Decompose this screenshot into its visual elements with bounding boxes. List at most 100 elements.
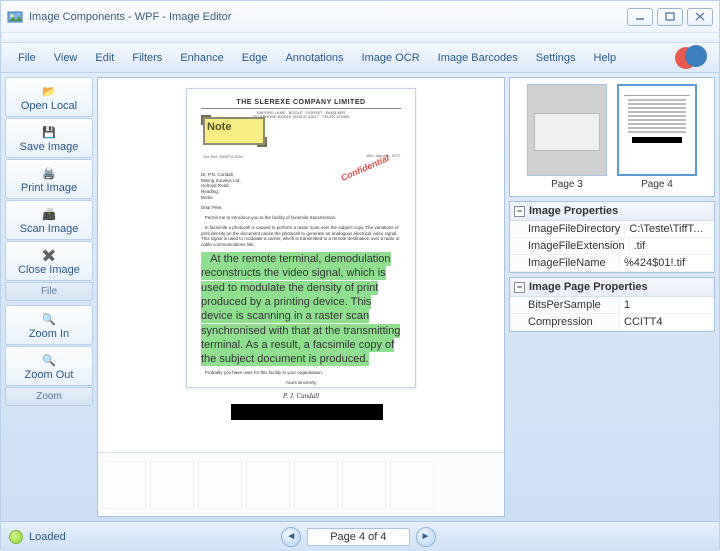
- close-button[interactable]: [687, 8, 713, 26]
- filmstrip-thumb[interactable]: [390, 461, 434, 509]
- zoom-in-icon: 🔍: [40, 312, 58, 326]
- property-value[interactable]: .tif: [630, 238, 714, 254]
- zoom-in-button[interactable]: 🔍 Zoom In: [5, 305, 93, 345]
- scan-icon: 📠: [40, 207, 58, 221]
- property-row: ImageFileDirectoryC:\Teste\TiffTest\: [510, 221, 714, 238]
- doc-para-4: Probably you have uses for this facility…: [201, 370, 401, 376]
- doc-signature: P. J. Cundall: [201, 392, 401, 400]
- property-row: CompressionCCITT4: [510, 314, 714, 331]
- panel-header: Image Page Properties: [529, 281, 648, 293]
- status-bar: Loaded ◄ Page 4 of 4 ►: [1, 521, 719, 551]
- doc-para-1: Permit me to introduce you to the facili…: [201, 215, 401, 221]
- zoom-out-button[interactable]: 🔍 Zoom Out: [5, 346, 93, 386]
- doc-salutation: Dear Pete,: [201, 205, 401, 211]
- page-thumbnails: Page 3 Page 4: [509, 77, 715, 197]
- property-key: ImageFileName: [510, 255, 620, 271]
- status-text: Loaded: [29, 531, 66, 543]
- menu-annotations[interactable]: Annotations: [276, 47, 352, 69]
- doc-company-header: THE SLEREXE COMPANY LIMITED: [201, 99, 401, 109]
- ribbon-top: [1, 33, 719, 43]
- sidebar: 📂 Open Local 💾 Save Image 🖨️ Print Image 📠 S…: [5, 77, 93, 517]
- thumbnail-page-4[interactable]: [617, 84, 697, 176]
- filmstrip-thumb[interactable]: [294, 461, 338, 509]
- property-value[interactable]: CCITT4: [620, 314, 714, 330]
- zoom-out-icon: 🔍: [40, 353, 58, 367]
- thumbnail-label: Page 4: [617, 179, 697, 190]
- filmstrip: [98, 452, 504, 516]
- doc-redaction: [231, 404, 383, 420]
- menu-edit[interactable]: Edit: [86, 47, 123, 69]
- next-page-button[interactable]: ►: [416, 527, 436, 547]
- menu-view[interactable]: View: [45, 47, 87, 69]
- menu-image-barcodes[interactable]: Image Barcodes: [429, 47, 527, 69]
- menu-image-ocr[interactable]: Image OCR: [353, 47, 429, 69]
- thumbnail-label: Page 3: [527, 179, 607, 190]
- doc-para-2: In facsimile a photocell is caused to pe…: [201, 225, 401, 248]
- open-icon: 📂: [40, 84, 58, 98]
- button-label: Close Image: [18, 264, 80, 276]
- collapse-icon[interactable]: −: [514, 206, 525, 217]
- doc-closing: Yours sincerely,: [201, 380, 401, 386]
- filmstrip-thumb[interactable]: [102, 461, 146, 509]
- save-image-button[interactable]: 💾 Save Image: [5, 118, 93, 158]
- window-title: Image Components - WPF - Image Editor: [29, 11, 231, 23]
- maximize-button[interactable]: [657, 8, 683, 26]
- doc-address: Dr. P.N. Cundall,Mining Surveys Ltd.,Hol…: [201, 172, 401, 201]
- filmstrip-thumb[interactable]: [150, 461, 194, 509]
- property-row: ImageFileName%424$01!.tif: [510, 255, 714, 272]
- thumbnail-page-3[interactable]: [527, 84, 607, 176]
- button-label: Print Image: [21, 182, 77, 194]
- app-icon: [7, 9, 23, 25]
- minimize-button[interactable]: [627, 8, 653, 26]
- image-properties-panel: −Image Properties ImageFileDirectoryC:\T…: [509, 201, 715, 273]
- property-key: ImageFileExtension: [510, 238, 630, 254]
- sidebar-group-zoom: Zoom: [5, 387, 93, 406]
- filmstrip-thumb[interactable]: [198, 461, 242, 509]
- print-icon: 🖨️: [40, 166, 58, 180]
- close-image-icon: ✖️: [40, 248, 58, 262]
- page-properties-panel: −Image Page Properties BitsPerSample1 Co…: [509, 277, 715, 332]
- scan-image-button[interactable]: 📠 Scan Image: [5, 200, 93, 240]
- button-label: Zoom In: [29, 328, 69, 340]
- panel-header: Image Properties: [529, 205, 618, 217]
- right-panel: Page 3 Page 4 −Image Properties ImageFil…: [509, 77, 715, 517]
- button-label: Save Image: [20, 141, 79, 153]
- titlebar: Image Components - WPF - Image Editor: [1, 1, 719, 33]
- property-key: ImageFileDirectory: [510, 221, 625, 237]
- doc-para-3-highlighted: At the remote terminal, demodulation rec…: [201, 252, 401, 366]
- menu-help[interactable]: Help: [585, 47, 626, 69]
- print-image-button[interactable]: 🖨️ Print Image: [5, 159, 93, 199]
- property-value[interactable]: C:\Teste\TiffTest\: [625, 221, 714, 237]
- collapse-icon[interactable]: −: [514, 282, 525, 293]
- property-value[interactable]: 1: [620, 297, 714, 313]
- property-key: Compression: [510, 314, 620, 330]
- menu-enhance[interactable]: Enhance: [171, 47, 232, 69]
- document-viewport[interactable]: THE SLEREXE COMPANY LIMITED SAPORS LANE …: [98, 78, 504, 452]
- button-label: Open Local: [21, 100, 77, 112]
- close-image-button[interactable]: ✖️ Close Image: [5, 241, 93, 281]
- filmstrip-thumb[interactable]: [246, 461, 290, 509]
- property-row: BitsPerSample1: [510, 297, 714, 314]
- canvas-area: THE SLEREXE COMPANY LIMITED SAPORS LANE …: [97, 77, 505, 517]
- menubar: File View Edit Filters Enhance Edge Anno…: [1, 43, 719, 73]
- menu-filters[interactable]: Filters: [123, 47, 171, 69]
- property-row: ImageFileExtension.tif: [510, 238, 714, 255]
- property-key: BitsPerSample: [510, 297, 620, 313]
- filmstrip-thumb[interactable]: [342, 461, 386, 509]
- prev-page-button[interactable]: ◄: [281, 527, 301, 547]
- menu-file[interactable]: File: [9, 47, 45, 69]
- status-led-icon: [9, 530, 23, 544]
- save-icon: 💾: [40, 125, 58, 139]
- content-area: 📂 Open Local 💾 Save Image 🖨️ Print Image 📠 S…: [1, 73, 719, 521]
- brand-logo: [675, 41, 709, 75]
- note-annotation[interactable]: Note: [203, 117, 265, 145]
- open-local-button[interactable]: 📂 Open Local: [5, 77, 93, 117]
- button-label: Scan Image: [20, 223, 79, 235]
- page-indicator: Page 4 of 4: [307, 528, 409, 546]
- button-label: Zoom Out: [25, 369, 74, 381]
- menu-settings[interactable]: Settings: [527, 47, 585, 69]
- sidebar-group-file: File: [5, 282, 93, 301]
- menu-edge[interactable]: Edge: [233, 47, 277, 69]
- property-value[interactable]: %424$01!.tif: [620, 255, 714, 271]
- document-page: THE SLEREXE COMPANY LIMITED SAPORS LANE …: [186, 88, 416, 388]
